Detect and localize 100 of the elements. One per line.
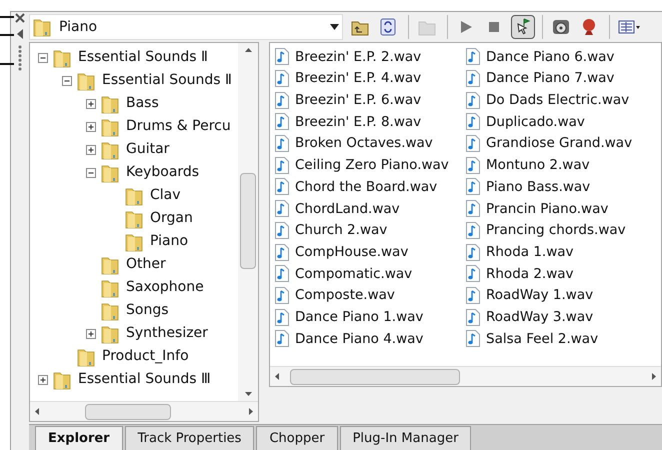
- audio-file-icon: [466, 265, 480, 282]
- grip-icon[interactable]: [18, 45, 22, 71]
- audio-file-icon: [275, 156, 289, 174]
- file-item[interactable]: Breezin' E.P. 2.wav: [275, 46, 452, 68]
- tree-item[interactable]: Drums & Percu: [126, 116, 231, 137]
- file-item[interactable]: Dance Piano 7.wav: [466, 68, 643, 90]
- expand-toggle[interactable]: [86, 328, 96, 338]
- file-item[interactable]: Dance Piano 4.wav: [275, 328, 452, 350]
- file-name: Dance Piano 1.wav: [295, 308, 424, 327]
- file-name: Church 2.wav: [295, 221, 388, 240]
- file-item[interactable]: Prancing chords.wav: [466, 220, 643, 242]
- file-name: Montuno 2.wav: [486, 156, 590, 176]
- file-item[interactable]: ChordLand.wav: [275, 198, 452, 220]
- tree-item[interactable]: Keyboards: [126, 162, 200, 183]
- file-item[interactable]: Composte.wav: [275, 284, 452, 306]
- scroll-up-icon[interactable]: [244, 47, 252, 53]
- tree-item[interactable]: Essential Sounds Ⅱ: [102, 70, 232, 91]
- file-item[interactable]: Salsa Feel 2.wav: [466, 328, 643, 350]
- expand-toggle[interactable]: [86, 144, 96, 154]
- scroll-left-icon[interactable]: [34, 407, 40, 416]
- audio-file-icon: [466, 286, 480, 304]
- file-name: Duplicado.wav: [486, 112, 585, 132]
- tree-item[interactable]: Guitar: [126, 139, 170, 160]
- folder-icon: [53, 48, 71, 68]
- tree-item[interactable]: Other: [126, 254, 166, 275]
- file-item[interactable]: RoadWay 3.wav: [466, 306, 643, 328]
- file-item[interactable]: Ceiling Zero Piano.wav: [275, 154, 452, 176]
- folder-icon: [77, 346, 95, 366]
- file-item[interactable]: Dance Piano 6.wav: [466, 46, 643, 68]
- file-item[interactable]: Rhoda 2.wav: [466, 262, 643, 285]
- scroll-right-icon[interactable]: [651, 372, 657, 381]
- file-item[interactable]: Montuno 2.wav: [466, 154, 643, 176]
- collapse-toggle[interactable]: [86, 168, 96, 178]
- file-item[interactable]: CompHouse.wav: [275, 241, 452, 263]
- file-name: Rhoda 2.wav: [486, 264, 574, 284]
- leader-line: [0, 34, 14, 36]
- file-name: Compomatic.wav: [295, 264, 412, 284]
- tab[interactable]: Explorer: [35, 426, 123, 450]
- file-item[interactable]: Breezin' E.P. 4.wav: [275, 68, 452, 90]
- file-item[interactable]: Breezin' E.P. 8.wav: [275, 111, 452, 133]
- file-item[interactable]: Broken Octaves.wav: [275, 132, 452, 154]
- scroll-down-icon[interactable]: [244, 391, 252, 397]
- scrollbar-thumb[interactable]: [85, 404, 171, 420]
- expand-toggle[interactable]: [38, 374, 48, 384]
- file-item[interactable]: Grandiose Grand.wav: [466, 132, 643, 154]
- file-item[interactable]: Piano Bass.wav: [466, 176, 643, 198]
- audio-file-icon: [466, 330, 480, 348]
- scroll-right-icon[interactable]: [248, 407, 254, 416]
- scrollbar-thumb[interactable]: [240, 173, 256, 269]
- file-item[interactable]: Prancin Piano.wav: [466, 198, 643, 220]
- audio-file-icon: [275, 70, 289, 88]
- file-name: RoadWay 3.wav: [486, 308, 594, 327]
- file-item[interactable]: Church 2.wav: [275, 220, 452, 242]
- horizontal-scrollbar[interactable]: [270, 366, 661, 386]
- file-name: Grandiose Grand.wav: [486, 134, 632, 154]
- file-item[interactable]: Compomatic.wav: [275, 262, 452, 285]
- collapse-toggle[interactable]: [62, 76, 72, 86]
- file-name: Piano Bass.wav: [486, 178, 590, 197]
- scroll-left-icon[interactable]: [274, 372, 280, 381]
- file-item[interactable]: Duplicado.wav: [466, 111, 643, 133]
- tab[interactable]: Chopper: [256, 426, 338, 450]
- file-item[interactable]: RoadWay 1.wav: [466, 284, 643, 306]
- expand-toggle[interactable]: [86, 98, 96, 108]
- audio-file-icon: [466, 222, 480, 239]
- tree-item[interactable]: Organ: [150, 208, 193, 229]
- tab[interactable]: Plug-In Manager: [340, 426, 472, 450]
- file-item[interactable]: Do Dads Electric.wav: [466, 89, 643, 112]
- audio-file-icon: [466, 70, 480, 88]
- location-combobox[interactable]: Piano: [29, 14, 343, 40]
- file-name: Dance Piano 6.wav: [486, 48, 614, 67]
- tree-item[interactable]: Synthesizer: [126, 323, 208, 344]
- file-item[interactable]: Dance Piano 1.wav: [275, 306, 452, 328]
- folder-icon: [53, 370, 71, 390]
- file-name: Breezin' E.P. 8.wav: [295, 112, 422, 132]
- tree-item[interactable]: Bass: [126, 93, 159, 114]
- folder-icon: [125, 208, 143, 228]
- tree-item[interactable]: Essential Sounds Ⅱ: [78, 47, 208, 68]
- file-item[interactable]: Breezin' E.P. 6.wav: [275, 89, 452, 112]
- auto-preview-button[interactable]: [511, 15, 535, 39]
- tree-item[interactable]: Piano: [150, 231, 188, 252]
- tree-item[interactable]: Essential Sounds Ⅲ: [78, 369, 211, 390]
- tree-item[interactable]: Product_Info: [102, 346, 189, 367]
- tree-item[interactable]: Clav: [150, 185, 181, 206]
- file-item[interactable]: Chord the Board.wav: [275, 176, 452, 198]
- expand-toggle[interactable]: [86, 122, 96, 132]
- tree-item[interactable]: Songs: [126, 300, 169, 321]
- collapse-toggle[interactable]: [38, 52, 48, 62]
- close-icon[interactable]: [15, 13, 25, 23]
- scrollbar-thumb[interactable]: [290, 368, 460, 384]
- location-value: Piano: [59, 18, 98, 36]
- folder-icon: [33, 17, 51, 37]
- vertical-scrollbar[interactable]: [238, 43, 258, 401]
- dropdown-caret-icon[interactable]: [330, 24, 339, 30]
- tab[interactable]: Track Properties: [124, 426, 254, 450]
- audio-file-icon: [466, 200, 480, 218]
- file-item[interactable]: Rhoda 1.wav: [466, 241, 643, 263]
- tree-item[interactable]: Saxophone: [126, 277, 204, 298]
- collapse-arrow-icon[interactable]: [16, 28, 24, 40]
- horizontal-scrollbar[interactable]: [30, 401, 258, 421]
- file-name: Composte.wav: [295, 286, 395, 306]
